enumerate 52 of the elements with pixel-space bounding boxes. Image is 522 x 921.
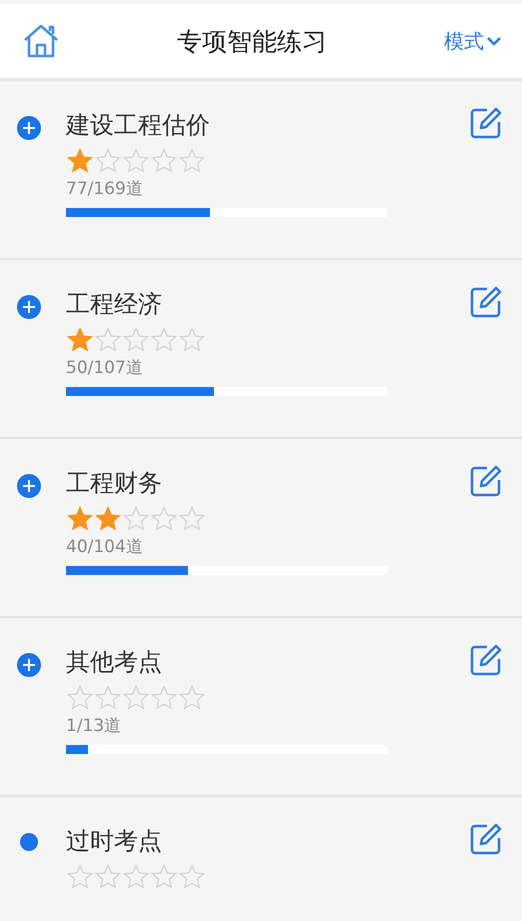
topic-item[interactable]: 其他考点 1/13道 (0, 618, 522, 797)
star-icon (178, 147, 206, 175)
edit-icon[interactable] (470, 286, 502, 318)
page-title: 专项智能练习 (177, 26, 327, 58)
star-icon (178, 326, 206, 354)
topic-item[interactable]: 工程经济 50/107道 (0, 260, 522, 439)
question-count: 77/169道 (66, 178, 144, 200)
star-icon (178, 505, 206, 533)
star-icon (150, 684, 178, 712)
star-icon (66, 326, 94, 354)
star-icon (66, 505, 94, 533)
star-icon (94, 326, 122, 354)
topic-title: 工程经济 (66, 289, 163, 320)
expand-icon[interactable] (16, 473, 42, 499)
home-icon[interactable] (22, 23, 60, 59)
star-icon (150, 326, 178, 354)
edit-icon[interactable] (470, 465, 502, 497)
expand-icon[interactable] (16, 652, 42, 678)
topic-title: 建设工程估价 (66, 110, 211, 141)
star-icon (122, 505, 150, 533)
question-count: 40/104道 (66, 536, 144, 558)
star-icon (122, 863, 150, 891)
topic-title: 工程财务 (66, 468, 163, 499)
topic-title: 其他考点 (66, 647, 163, 678)
star-icon (94, 505, 122, 533)
star-icon (94, 863, 122, 891)
star-icon (150, 505, 178, 533)
topic-item[interactable]: 工程财务 40/104道 (0, 439, 522, 618)
chevron-down-icon (486, 35, 502, 47)
star-icon (66, 684, 94, 712)
star-icon (178, 863, 206, 891)
star-icon (122, 147, 150, 175)
star-icon (122, 684, 150, 712)
expand-icon[interactable] (16, 115, 42, 141)
topic-item[interactable]: 过时考点 (0, 797, 522, 921)
star-icon (94, 684, 122, 712)
star-icon (94, 147, 122, 175)
star-icon (150, 147, 178, 175)
star-icon (66, 147, 94, 175)
topic-title: 过时考点 (66, 826, 163, 857)
mode-dropdown[interactable]: 模式 (444, 28, 502, 54)
star-icon (122, 326, 150, 354)
question-count: 50/107道 (66, 357, 144, 379)
edit-icon[interactable] (470, 107, 502, 139)
star-icon (150, 863, 178, 891)
expand-icon[interactable] (16, 294, 42, 320)
edit-icon[interactable] (470, 823, 502, 855)
question-count: 1/13道 (66, 715, 122, 737)
star-icon (178, 684, 206, 712)
star-icon (66, 863, 94, 891)
topic-item[interactable]: 建设工程估价 77/169道 (0, 81, 522, 260)
edit-icon[interactable] (470, 644, 502, 676)
